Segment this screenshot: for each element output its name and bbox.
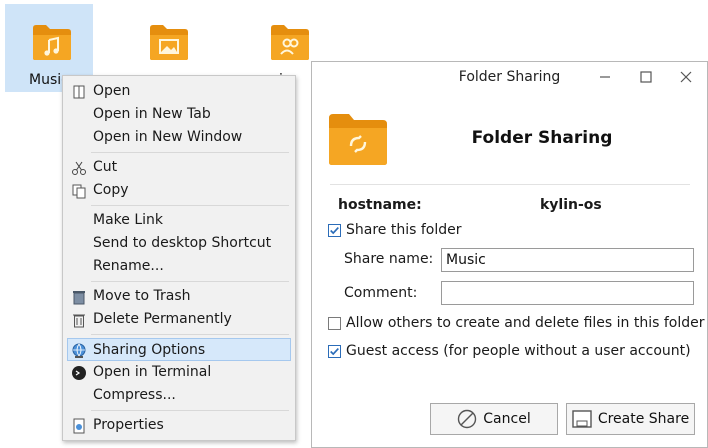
cancel-button-label: Cancel (483, 411, 531, 427)
pictures-folder-icon (150, 25, 188, 60)
comment-input[interactable] (441, 281, 694, 305)
menu-label-sharing-options: Sharing Options (93, 342, 206, 358)
guest-access-checkbox[interactable] (328, 345, 341, 358)
menu-item-open-new-tab[interactable]: Open in New Tab (63, 103, 295, 126)
shared-folder-icon (329, 114, 387, 165)
properties-icon (73, 418, 85, 434)
close-icon[interactable] (678, 69, 694, 85)
folder-sharing-dialog: Folder Sharing Folder Sharing hostname: … (311, 61, 708, 448)
menu-separator (91, 281, 289, 282)
allow-others-checkbox[interactable] (328, 317, 341, 330)
menu-label-move-to-trash: Move to Trash (93, 288, 191, 304)
menu-separator (91, 205, 289, 206)
menu-label-open-new-tab: Open in New Tab (93, 106, 211, 122)
dialog-titlebar[interactable]: Folder Sharing (312, 62, 707, 92)
menu-label-open-new-window: Open in New Window (93, 129, 243, 145)
menu-item-rename[interactable]: Rename... (63, 255, 295, 278)
menu-item-send-to-desktop[interactable]: Send to desktop Shortcut (63, 232, 295, 255)
menu-item-open[interactable]: Open (63, 80, 295, 103)
cancel-button[interactable]: Cancel (430, 403, 558, 435)
menu-item-make-link[interactable]: Make Link (63, 209, 295, 232)
music-folder-icon (33, 25, 71, 60)
menu-label-send-to-desktop: Send to desktop Shortcut (93, 235, 272, 251)
dialog-divider (330, 184, 690, 185)
dialog-heading: Folder Sharing (471, 128, 613, 148)
menu-separator (91, 334, 289, 335)
share-this-folder-label: Share this folder (346, 222, 462, 238)
menu-label-rename: Rename... (93, 258, 164, 274)
cancel-icon (458, 409, 477, 429)
menu-label-cut: Cut (93, 159, 118, 175)
hostname-label: hostname: (338, 197, 422, 213)
terminal-icon (72, 366, 86, 380)
create-share-button[interactable]: Create Share (566, 403, 695, 435)
menu-item-delete-permanently[interactable]: Delete Permanently (63, 308, 295, 331)
maximize-icon[interactable] (638, 69, 654, 85)
menu-item-compress[interactable]: Compress... (63, 384, 295, 407)
context-menu: Open Open in New Tab Open in New Window … (62, 75, 296, 441)
share-name-label: Share name: (344, 251, 434, 267)
menu-label-properties: Properties (93, 417, 164, 433)
minimize-icon[interactable] (597, 69, 613, 85)
menu-item-copy[interactable]: Copy (63, 179, 295, 202)
menu-label-make-link: Make Link (93, 212, 163, 228)
open-icon (73, 85, 85, 99)
menu-separator (91, 152, 289, 153)
sharing-icon (72, 343, 86, 358)
scissors-icon (72, 161, 86, 175)
menu-label-open: Open (93, 83, 131, 99)
comment-label: Comment: (344, 285, 418, 301)
hostname-value: kylin-os (540, 197, 602, 213)
people-folder-icon (271, 25, 309, 60)
create-share-button-label: Create Share (597, 411, 690, 427)
trash-icon (73, 291, 85, 305)
share-this-folder-checkbox[interactable] (328, 224, 341, 237)
menu-item-open-in-terminal[interactable]: Open in Terminal (63, 361, 295, 384)
guest-access-label: Guest access (for people without a user … (346, 343, 691, 359)
share-name-input[interactable] (441, 248, 694, 272)
create-share-icon (572, 410, 592, 428)
menu-separator (91, 410, 289, 411)
menu-label-delete-permanently: Delete Permanently (93, 311, 232, 327)
menu-label-compress: Compress... (93, 387, 176, 403)
menu-item-properties[interactable]: Properties (63, 414, 295, 437)
copy-icon (72, 184, 86, 199)
menu-item-cut[interactable]: Cut (63, 156, 295, 179)
delete-icon (73, 314, 85, 328)
menu-label-open-in-terminal: Open in Terminal (93, 364, 212, 380)
menu-item-sharing-options[interactable]: Sharing Options (67, 338, 291, 361)
allow-others-label: Allow others to create and delete files … (346, 315, 705, 331)
menu-item-move-to-trash[interactable]: Move to Trash (63, 285, 295, 308)
menu-item-open-new-window[interactable]: Open in New Window (63, 126, 295, 149)
menu-label-copy: Copy (93, 182, 129, 198)
